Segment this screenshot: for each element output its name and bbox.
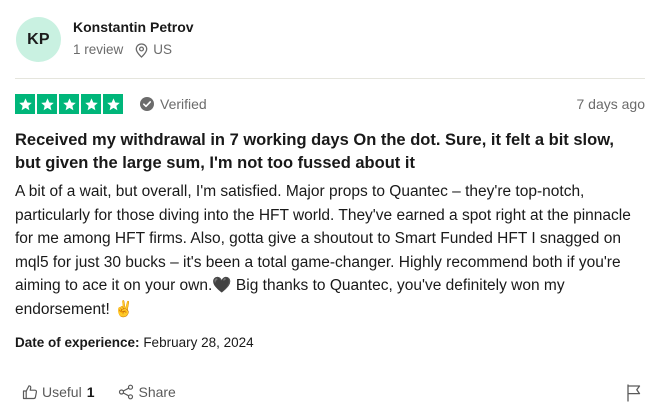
star-icon [15, 94, 35, 114]
review-count: 1 review [73, 42, 124, 57]
reviewer-meta: 1 review US [73, 41, 194, 59]
reviewer-info: Konstantin Petrov 1 review US [73, 18, 194, 59]
useful-count: 1 [86, 384, 95, 400]
report-button[interactable] [626, 384, 642, 407]
reviewer-name[interactable]: Konstantin Petrov [73, 18, 194, 36]
star-icon [103, 94, 123, 114]
share-icon [119, 384, 134, 400]
location-pin-icon [135, 42, 148, 58]
review-actions: Useful 1 Share [22, 384, 176, 400]
heart-emoji: 🖤 [212, 277, 232, 294]
review-body: A bit of a wait, but overall, I'm satisf… [15, 180, 645, 321]
rating-row: Verified 7 days ago [15, 94, 645, 114]
share-button[interactable]: Share [118, 384, 176, 400]
useful-button[interactable]: Useful 1 [22, 384, 94, 400]
thumbs-up-icon [22, 385, 38, 400]
star-icon [59, 94, 79, 114]
flag-icon [627, 384, 641, 402]
star-icon [37, 94, 57, 114]
victory-hand-emoji: ✌️ [114, 300, 134, 318]
reviewer-country: US [153, 42, 173, 57]
experience-label: Date of experience: [15, 335, 140, 350]
star-rating [15, 94, 125, 114]
reviewer-header: KP Konstantin Petrov 1 review US [16, 17, 194, 62]
date-of-experience: Date of experience: February 28, 2024 [15, 334, 254, 352]
useful-label: Useful [42, 384, 82, 400]
star-icon [81, 94, 101, 114]
reviewer-location: US [135, 41, 172, 59]
review-title[interactable]: Received my withdrawal in 7 working days… [15, 129, 635, 175]
divider [15, 78, 645, 79]
verified-label: Verified [160, 96, 207, 112]
verified-check-icon [140, 97, 154, 111]
avatar[interactable]: KP [16, 17, 61, 62]
review-date: 7 days ago [576, 96, 646, 112]
experience-date: February 28, 2024 [143, 335, 254, 350]
share-label: Share [138, 384, 176, 400]
verified-badge[interactable]: Verified [140, 96, 207, 112]
